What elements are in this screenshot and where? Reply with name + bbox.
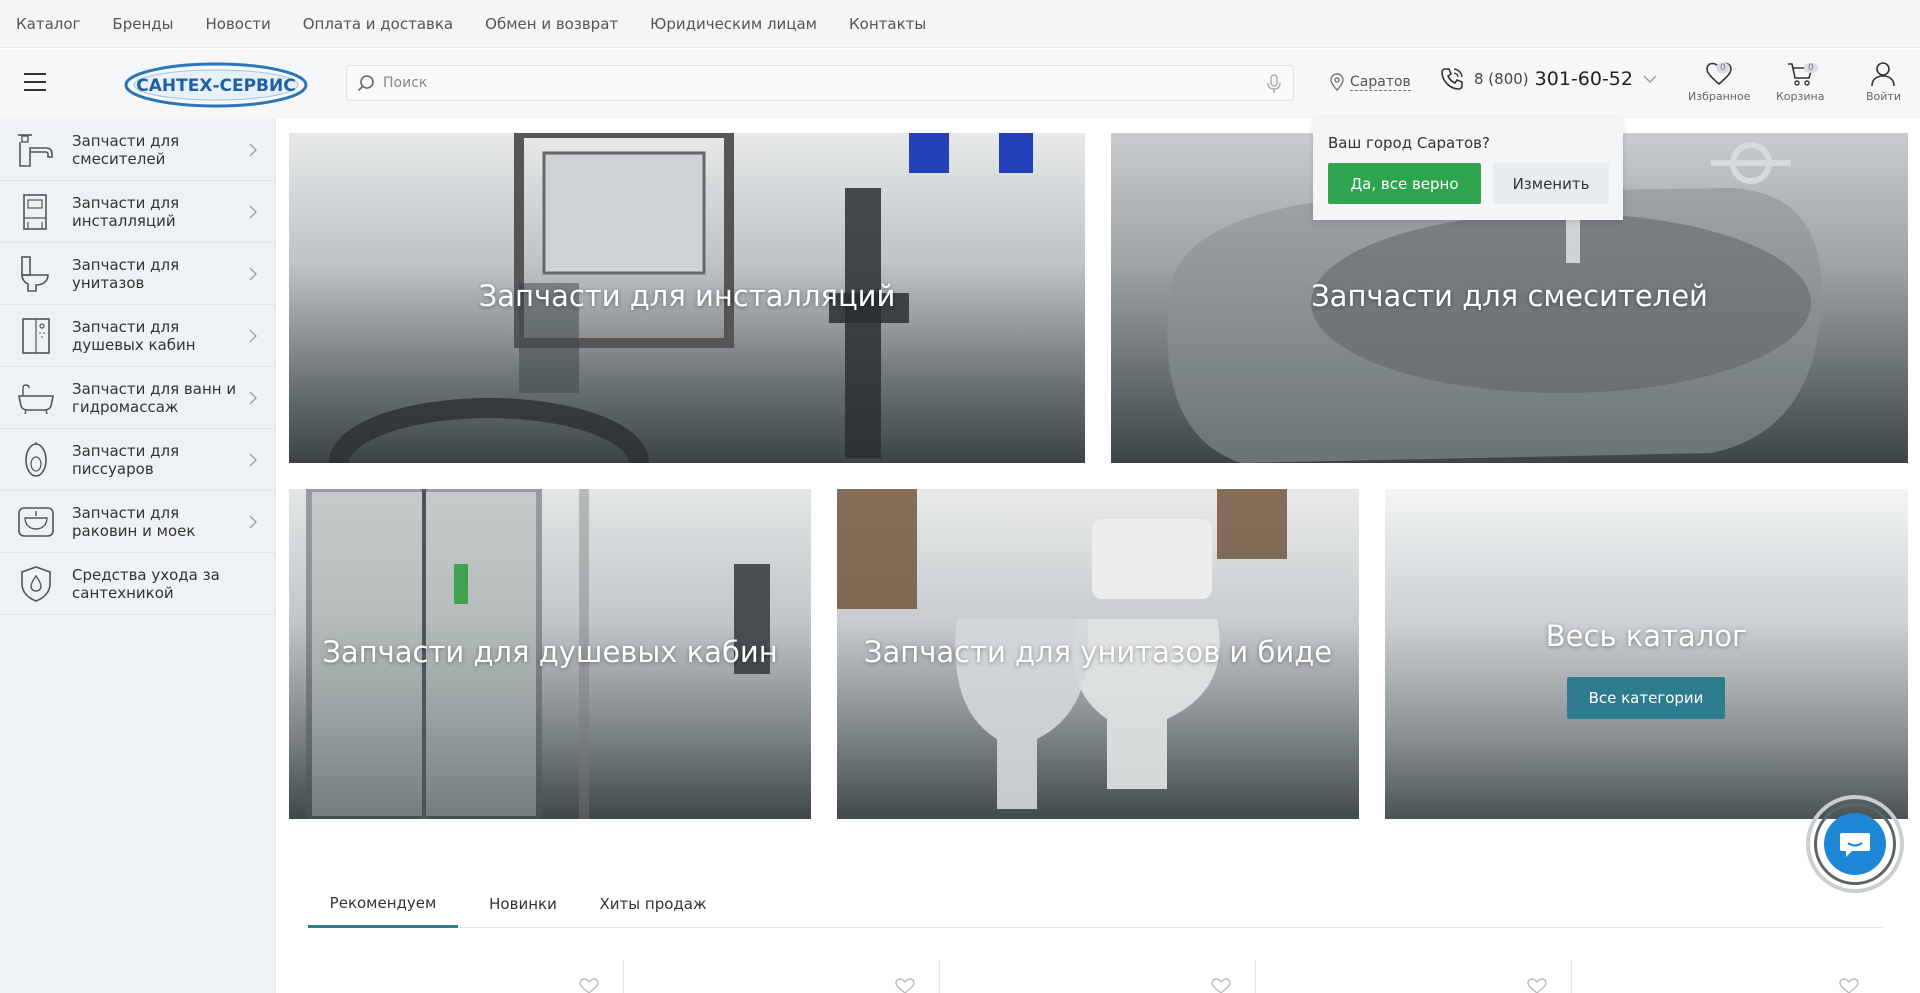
chevron-right-icon — [249, 205, 257, 219]
login-button[interactable]: Войти — [1866, 61, 1901, 103]
chat-icon — [1824, 813, 1886, 875]
heart-icon[interactable] — [895, 978, 915, 993]
city-question: Ваш город Саратов? — [1328, 134, 1490, 152]
location-pin-icon — [1330, 73, 1344, 91]
heart-icon[interactable] — [1527, 978, 1547, 993]
city-name[interactable]: Саратов — [1350, 74, 1411, 91]
installation-icon — [0, 192, 72, 232]
confirm-city-button[interactable]: Да, все верно — [1328, 163, 1481, 204]
sidebar-item-label: Запчасти для душевых кабин — [72, 317, 196, 354]
change-city-button[interactable]: Изменить — [1493, 163, 1609, 204]
product-card[interactable] — [1256, 960, 1572, 993]
sidebar-item-label: Запчасти для ванн и гидромассаж — [72, 379, 237, 416]
site-header: САНТЕХ-СЕРВИС Саратов 8 (800) 301-60-52 … — [0, 49, 1920, 119]
tile-title: Запчасти для душевых кабин — [322, 635, 778, 669]
toilet-icon — [0, 254, 72, 294]
user-icon — [1871, 62, 1896, 87]
tile-toilets[interactable]: Запчасти для унитазов и биде — [837, 489, 1359, 819]
top-navigation: Каталог Бренды Новости Оплата и доставка… — [0, 0, 1920, 48]
nav-link-news[interactable]: Новости — [205, 15, 270, 33]
sidebar-item-toilets[interactable]: Запчасти для унитазов — [0, 243, 275, 305]
sidebar-item-installations[interactable]: Запчасти для инсталляций — [0, 181, 275, 243]
chevron-right-icon — [249, 453, 257, 467]
logo-text: САНТЕХ-СЕРВИС — [136, 76, 295, 96]
favorites-count-badge: 0 — [1716, 63, 1730, 73]
sidebar-item-label: Запчасти для писсуаров — [72, 441, 180, 478]
tab-recommended[interactable]: Рекомендуем — [308, 880, 458, 928]
tab-bestsellers[interactable]: Хиты продаж — [588, 880, 718, 928]
login-label: Войти — [1866, 90, 1901, 103]
chevron-right-icon — [249, 391, 257, 405]
phone-block[interactable]: 8 (800) 301-60-52 — [1440, 67, 1657, 91]
favorites-label: Избранное — [1688, 90, 1751, 103]
all-categories-button[interactable]: Все категории — [1567, 677, 1725, 719]
sidebar-item-bathtubs[interactable]: Запчасти для ванн и гидромассаж — [0, 367, 275, 429]
sink-icon — [0, 502, 72, 542]
shower-icon — [0, 316, 72, 356]
care-icon — [0, 564, 72, 604]
cart-count-badge: 0 — [1804, 63, 1818, 73]
search-input[interactable] — [383, 75, 1293, 91]
cart-button[interactable]: 0 Корзина — [1776, 61, 1824, 103]
phone-number[interactable]: 301-60-52 — [1535, 68, 1633, 90]
sidebar-item-urinals[interactable]: Запчасти для писсуаров — [0, 429, 275, 491]
faucet-icon — [0, 130, 72, 170]
heart-icon[interactable] — [579, 978, 599, 993]
city-selector[interactable]: Саратов — [1330, 73, 1411, 91]
tile-title: Запчасти для смесителей — [1311, 279, 1708, 313]
product-card[interactable] — [624, 960, 940, 993]
chevron-right-icon — [249, 329, 257, 343]
cart-label: Корзина — [1776, 90, 1825, 103]
search-icon — [357, 75, 374, 92]
product-card[interactable] — [1572, 960, 1883, 993]
sidebar-item-showers[interactable]: Запчасти для душевых кабин — [0, 305, 275, 367]
tile-installations[interactable]: Запчасти для инсталляций — [289, 133, 1085, 463]
chevron-right-icon — [249, 515, 257, 529]
site-logo[interactable]: САНТЕХ-СЕРВИС — [122, 61, 310, 109]
phone-prefix: 8 (800) — [1474, 70, 1529, 88]
sidebar-item-label: Запчасти для раковин и моек — [72, 503, 196, 540]
chevron-right-icon — [249, 143, 257, 157]
tile-showers[interactable]: Запчасти для душевых кабин — [289, 489, 811, 819]
favorites-button[interactable]: 0 Избранное — [1688, 61, 1750, 103]
menu-icon[interactable] — [24, 73, 46, 91]
nav-link-exchange-return[interactable]: Обмен и возврат — [485, 15, 618, 33]
product-tabs: Рекомендуем Новинки Хиты продаж — [308, 880, 1883, 928]
tile-title: Весь каталог — [1545, 619, 1748, 653]
tile-title: Запчасти для унитазов и биде — [863, 635, 1333, 669]
chat-widget-button[interactable] — [1806, 795, 1904, 893]
product-cards-row — [308, 960, 1883, 993]
nav-link-payment-delivery[interactable]: Оплата и доставка — [303, 15, 453, 33]
heart-icon[interactable] — [1211, 978, 1231, 993]
sidebar-item-label: Запчасти для унитазов — [72, 255, 180, 292]
sidebar-item-sinks[interactable]: Запчасти для раковин и моек — [0, 491, 275, 553]
nav-link-brands[interactable]: Бренды — [112, 15, 173, 33]
chevron-right-icon — [249, 267, 257, 281]
urinal-icon — [0, 440, 72, 480]
nav-link-catalog[interactable]: Каталог — [16, 15, 80, 33]
sidebar-item-label: Запчасти для инсталляций — [72, 193, 180, 230]
tab-new[interactable]: Новинки — [468, 880, 578, 928]
tile-all-catalog[interactable]: Весь каталог Все категории — [1385, 489, 1908, 819]
sidebar-item-label: Запчасти для смесителей — [72, 131, 180, 168]
sidebar-item-label: Средства ухода за сантехникой — [72, 565, 220, 602]
sidebar-item-mixers[interactable]: Запчасти для смесителей — [0, 119, 275, 181]
category-sidebar: Запчасти для смесителей Запчасти для инс… — [0, 119, 276, 993]
city-confirm-popup: Ваш город Саратов? Да, все верно Изменит… — [1313, 118, 1623, 220]
phone-icon — [1441, 68, 1463, 90]
search-box — [346, 65, 1294, 101]
nav-link-contacts[interactable]: Контакты — [849, 15, 926, 33]
nav-link-legal-entities[interactable]: Юридическим лицам — [650, 15, 817, 33]
heart-icon[interactable] — [1839, 978, 1859, 993]
sidebar-item-care[interactable]: Средства ухода за сантехникой — [0, 553, 275, 615]
bathtub-icon — [0, 378, 72, 418]
tile-title: Запчасти для инсталляций — [478, 279, 896, 313]
microphone-icon[interactable] — [1267, 74, 1281, 98]
product-card[interactable] — [940, 960, 1256, 993]
product-card[interactable] — [308, 960, 624, 993]
chevron-down-icon[interactable] — [1643, 75, 1657, 83]
